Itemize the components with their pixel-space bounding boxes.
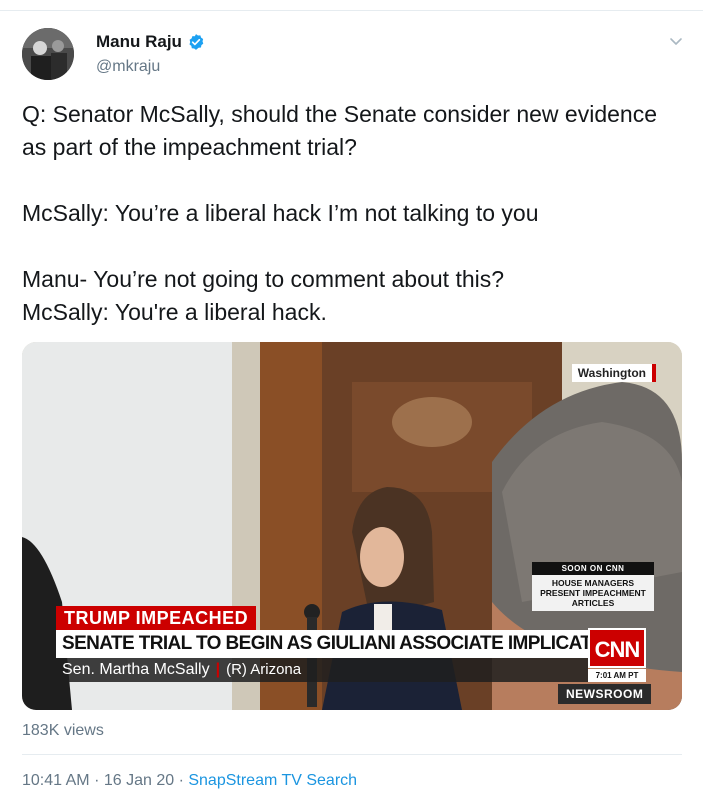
footer-divider	[22, 754, 682, 755]
party-state: (R) Arizona	[226, 661, 302, 678]
location-tag: Washington	[571, 364, 656, 382]
author-row: Manu Raju	[96, 32, 205, 52]
chevron-down-icon[interactable]	[668, 36, 684, 48]
tweet-date[interactable]: 16 Jan 20	[104, 772, 174, 789]
verified-badge-icon	[189, 34, 204, 50]
meta-separator: ·	[178, 772, 184, 789]
tweet-time[interactable]: 10:41 AM	[22, 772, 90, 789]
video-player[interactable]: Washington SOON ON CNN HOUSE MANAGERS PR…	[22, 342, 682, 710]
tweet-meta: 10:41 AM · 16 Jan 20 · SnapStream TV Sea…	[22, 772, 357, 790]
show-name: NEWSROOM	[558, 684, 652, 704]
tweet-source-link[interactable]: SnapStream TV Search	[188, 772, 357, 789]
avatar[interactable]	[22, 28, 74, 80]
tweet-text: Q: Senator McSally, should the Senate co…	[22, 101, 657, 325]
speaker-lower-third: Sen. Martha McSally | (R) Arizona	[56, 658, 588, 682]
meta-separator: ·	[94, 772, 100, 789]
banner-tag: TRUMP IMPEACHED	[56, 606, 257, 631]
cnn-logo: CNN	[588, 628, 646, 668]
view-count: 183K views	[22, 722, 104, 739]
broadcast-clock: 7:01 AM PT	[588, 669, 646, 682]
soon-on-cnn-box: SOON ON CNN HOUSE MANAGERS PRESENT IMPEA…	[532, 562, 654, 611]
speaker-separator: |	[215, 661, 221, 678]
soon-text: HOUSE MANAGERS PRESENT IMPEACHMENT ARTIC…	[532, 575, 654, 611]
soon-label: SOON ON CNN	[532, 562, 654, 575]
author-name[interactable]: Manu Raju	[96, 32, 182, 52]
author-handle[interactable]: @mkraju	[96, 58, 160, 76]
top-divider	[0, 10, 703, 11]
speaker-name: Sen. Martha McSally	[62, 661, 210, 678]
headline-banner: SENATE TRIAL TO BEGIN AS GIULIANI ASSOCI…	[56, 630, 588, 658]
